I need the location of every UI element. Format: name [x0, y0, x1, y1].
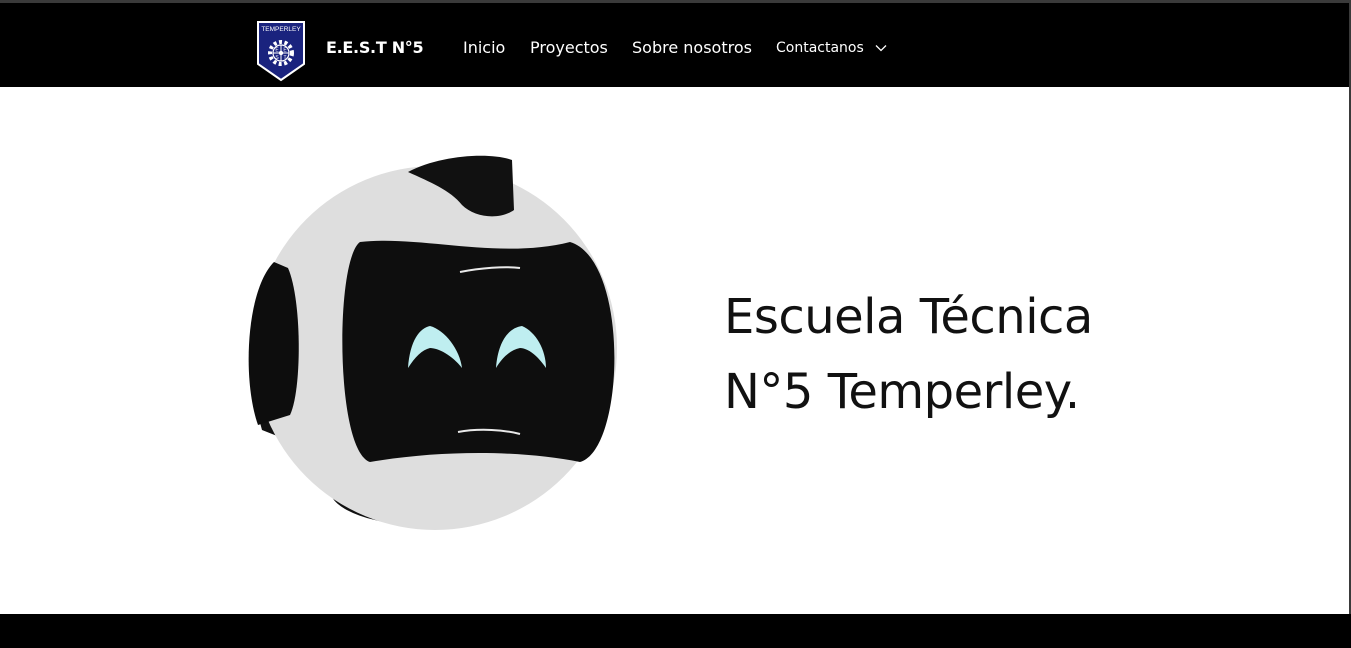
hero-title-line1: Escuela Técnica — [724, 289, 1093, 345]
logo-text: TEMPERLEY — [261, 26, 301, 33]
nav-dropdown-contactanos[interactable]: Contactanos — [776, 40, 864, 56]
robot-head-image — [248, 155, 617, 530]
nav-link-sobre-nosotros[interactable]: Sobre nosotros — [632, 38, 752, 57]
chevron-down-icon[interactable] — [875, 44, 887, 52]
nav-link-inicio[interactable]: Inicio — [463, 38, 505, 57]
footer-bar — [0, 614, 1351, 648]
navbar: TEMPERLEY E E S T E.E.S.T N°5 Inicio Pro… — [0, 3, 1351, 87]
nav-link-proyectos[interactable]: Proyectos — [530, 38, 608, 57]
hero-title-line2: N°5 Temperley. — [724, 364, 1080, 420]
school-logo-icon[interactable]: TEMPERLEY E E S T — [256, 20, 306, 82]
page: TEMPERLEY E E S T E.E.S.T N°5 Inicio Pro… — [0, 0, 1351, 648]
svg-text:T: T — [283, 55, 286, 61]
hero-title: Escuela Técnica N°5 Temperley. — [724, 280, 1184, 430]
brand-name[interactable]: E.E.S.T N°5 — [326, 38, 424, 57]
